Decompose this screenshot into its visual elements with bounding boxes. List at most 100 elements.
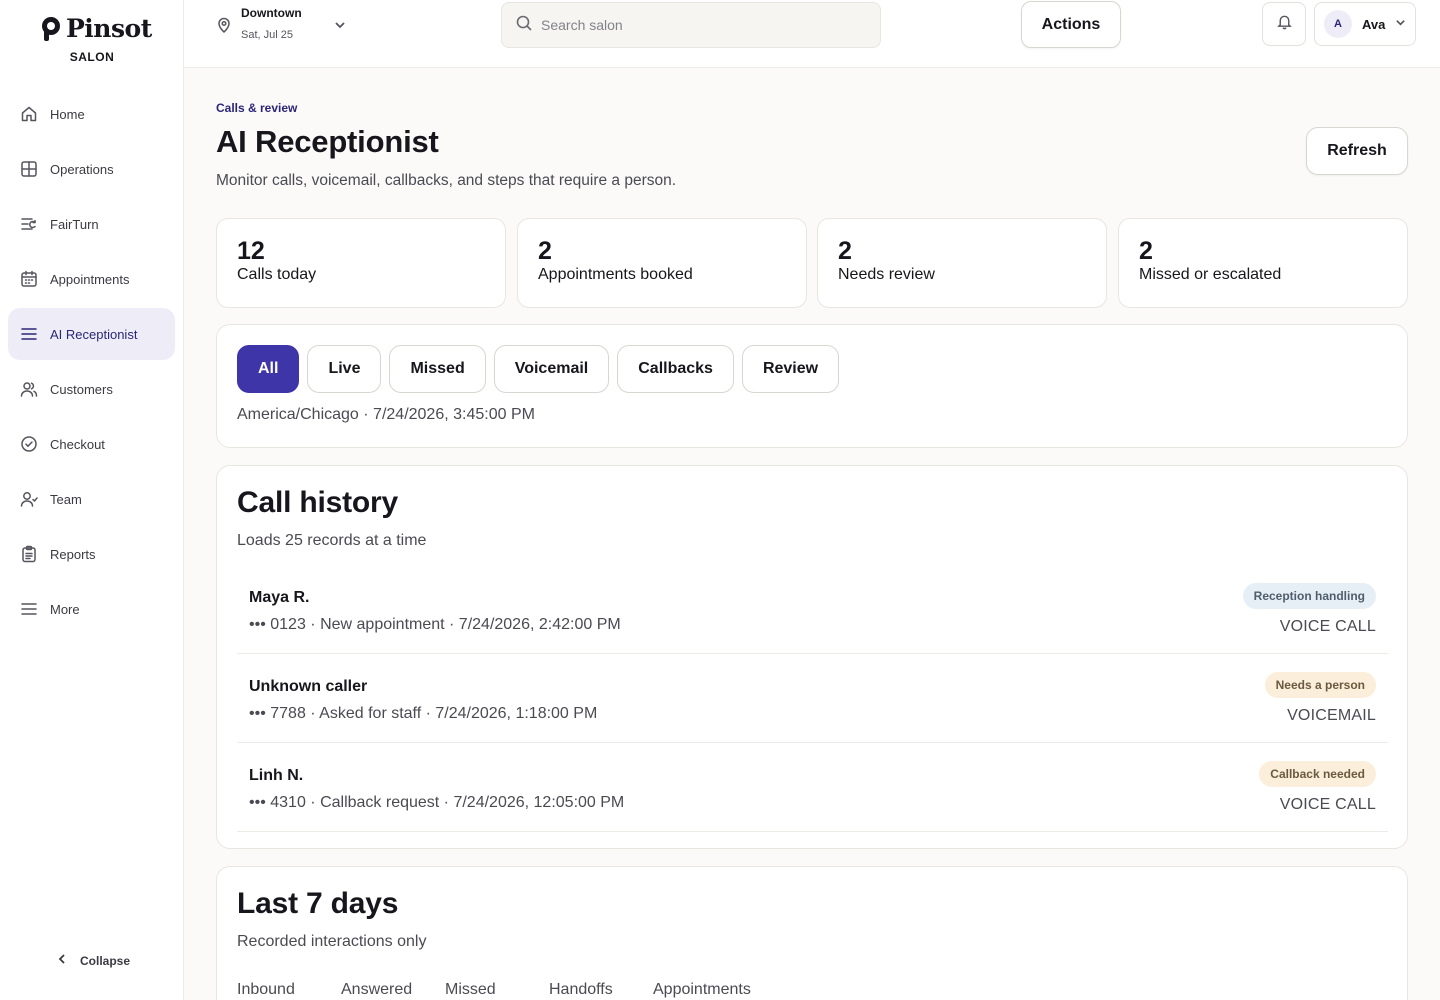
metric-label-appointments: Appointments — [653, 981, 751, 998]
team-icon — [20, 490, 38, 508]
location-date: Sat, Jul 25 — [241, 29, 293, 41]
sidebar-item-home[interactable]: Home — [8, 88, 175, 140]
brand-name: Pinsot — [66, 14, 152, 43]
sidebar-item-fairturn[interactable]: FairTurn — [8, 198, 175, 250]
sidebar-item-more[interactable]: More — [8, 583, 175, 635]
call-history-subtitle: Loads 25 records at a time — [237, 532, 427, 549]
menu-icon — [20, 600, 38, 618]
sidebar-item-team[interactable]: Team — [8, 473, 175, 525]
sidebar-item-label: AI Receptionist — [50, 326, 138, 342]
rotation-icon — [20, 215, 38, 233]
last-7-days-panel: Last 7 days Recorded interactions only I… — [216, 866, 1408, 1000]
sidebar: Pinsot SALON Home Operations FairTurn Ap… — [0, 0, 184, 1000]
stat-card-missed-escalated: 2 Missed or escalated — [1118, 218, 1408, 308]
metric-label-inbound: Inbound — [237, 981, 295, 998]
filter-chip-all[interactable]: All — [237, 345, 300, 393]
sidebar-item-label: FairTurn — [50, 216, 99, 232]
stat-value: 2 — [1139, 237, 1153, 265]
stat-card-calls-today: 12 Calls today — [216, 218, 506, 308]
filter-chip-voicemail[interactable]: Voicemail — [493, 345, 610, 393]
user-menu[interactable]: A Ava — [1314, 2, 1416, 46]
users-icon — [20, 380, 38, 398]
bell-icon — [1276, 13, 1293, 35]
stat-label: Needs review — [838, 266, 935, 283]
brand-subtitle: SALON — [69, 50, 115, 64]
sidebar-item-label: Home — [50, 106, 85, 122]
sidebar-item-appointments[interactable]: Appointments — [8, 253, 175, 305]
chevron-down-icon — [302, 6, 346, 36]
sidebar-item-operations[interactable]: Operations — [8, 143, 175, 195]
menu-lines-icon — [20, 325, 38, 343]
refresh-button[interactable]: Refresh — [1306, 127, 1408, 175]
chevron-left-icon — [56, 953, 68, 968]
notifications-button[interactable] — [1262, 2, 1306, 46]
call-details: ••• 7788 · Asked for staff · 7/24/2026, … — [249, 705, 598, 722]
caller-name: Maya R. — [249, 589, 310, 606]
stat-label: Calls today — [237, 266, 317, 283]
filter-chip-callbacks[interactable]: Callbacks — [617, 345, 734, 393]
home-icon — [20, 105, 38, 123]
metric-label-missed: Missed — [445, 981, 496, 998]
metric-label-handoffs: Handoffs — [549, 981, 613, 998]
chevron-down-icon — [1385, 15, 1406, 33]
sidebar-item-checkout[interactable]: Checkout — [8, 418, 175, 470]
top-header: Downtown Sat, Jul 25 Actions A Ava — [184, 0, 1440, 68]
filter-panel: All Live Missed Voicemail Callbacks Revi… — [216, 324, 1408, 448]
metric-label-answered: Answered — [341, 981, 413, 998]
status-badge: Reception handling — [1242, 583, 1376, 609]
last-7-days-subtitle: Recorded interactions only — [237, 933, 427, 950]
sidebar-item-label: Checkout — [50, 436, 105, 452]
stat-card-appointments-booked: 2 Appointments booked — [517, 218, 807, 308]
sidebar-item-label: Team — [50, 491, 82, 507]
collapse-label: Collapse — [80, 953, 131, 968]
metric-headers: Inbound Answered Missed Handoffs Appoint… — [237, 981, 751, 999]
status-badge: Callback needed — [1259, 761, 1376, 787]
grid-icon — [20, 160, 38, 178]
location-name: Downtown — [241, 6, 302, 20]
call-details: ••• 4310 · Callback request · 7/24/2026,… — [249, 794, 625, 811]
call-type: VOICE CALL — [1279, 796, 1376, 813]
map-pin-icon — [216, 6, 232, 38]
sidebar-item-customers[interactable]: Customers — [8, 363, 175, 415]
actions-button[interactable]: Actions — [1021, 1, 1121, 48]
call-history-title: Call history — [237, 486, 398, 519]
call-row[interactable]: Unknown caller ••• 7788 · Asked for staf… — [237, 654, 1388, 743]
filter-chip-missed[interactable]: Missed — [389, 345, 486, 393]
sidebar-item-label: Reports — [50, 546, 96, 562]
avatar: A — [1324, 10, 1352, 38]
search-input[interactable] — [541, 17, 861, 33]
status-badge: Needs a person — [1264, 672, 1376, 698]
filter-chips: All Live Missed Voicemail Callbacks Revi… — [237, 345, 840, 393]
filter-chip-live[interactable]: Live — [307, 345, 382, 393]
sidebar-item-label: Appointments — [50, 271, 130, 287]
call-history-panel: Call history Loads 25 records at a time … — [216, 465, 1408, 849]
filter-chip-review[interactable]: Review — [741, 345, 840, 393]
stat-label: Appointments booked — [538, 266, 693, 283]
timezone-timestamp: America/Chicago · 7/24/2026, 3:45:00 PM — [237, 406, 535, 423]
search-icon — [515, 14, 533, 37]
location-selector[interactable]: Downtown Sat, Jul 25 — [216, 6, 346, 41]
sidebar-item-label: More — [50, 601, 80, 617]
sidebar-nav: Home Operations FairTurn Appointments AI… — [8, 88, 175, 638]
sidebar-item-label: Operations — [50, 161, 114, 177]
call-details: ••• 0123 · New appointment · 7/24/2026, … — [249, 616, 621, 633]
calendar-icon — [20, 270, 38, 288]
stat-value: 12 — [237, 237, 265, 265]
page-title: AI Receptionist — [216, 124, 439, 159]
collapse-button[interactable]: Collapse — [56, 953, 130, 968]
brand-logo[interactable]: Pinsot — [40, 14, 152, 43]
call-row[interactable]: Linh N. ••• 4310 · Callback request · 7/… — [237, 743, 1388, 832]
last-7-days-title: Last 7 days — [237, 887, 399, 920]
call-row[interactable]: Maya R. ••• 0123 · New appointment · 7/2… — [237, 565, 1388, 654]
clipboard-icon — [20, 545, 38, 563]
call-list: Maya R. ••• 0123 · New appointment · 7/2… — [237, 565, 1388, 832]
pin-logo-icon — [40, 16, 62, 42]
stat-card-needs-review: 2 Needs review — [817, 218, 1107, 308]
page-description: Monitor calls, voicemail, callbacks, and… — [216, 172, 677, 189]
call-type: VOICE CALL — [1279, 618, 1376, 635]
caller-name: Unknown caller — [249, 678, 368, 695]
check-circle-icon — [20, 435, 38, 453]
stat-value: 2 — [838, 237, 852, 265]
sidebar-item-ai-receptionist[interactable]: AI Receptionist — [8, 308, 175, 360]
sidebar-item-reports[interactable]: Reports — [8, 528, 175, 580]
